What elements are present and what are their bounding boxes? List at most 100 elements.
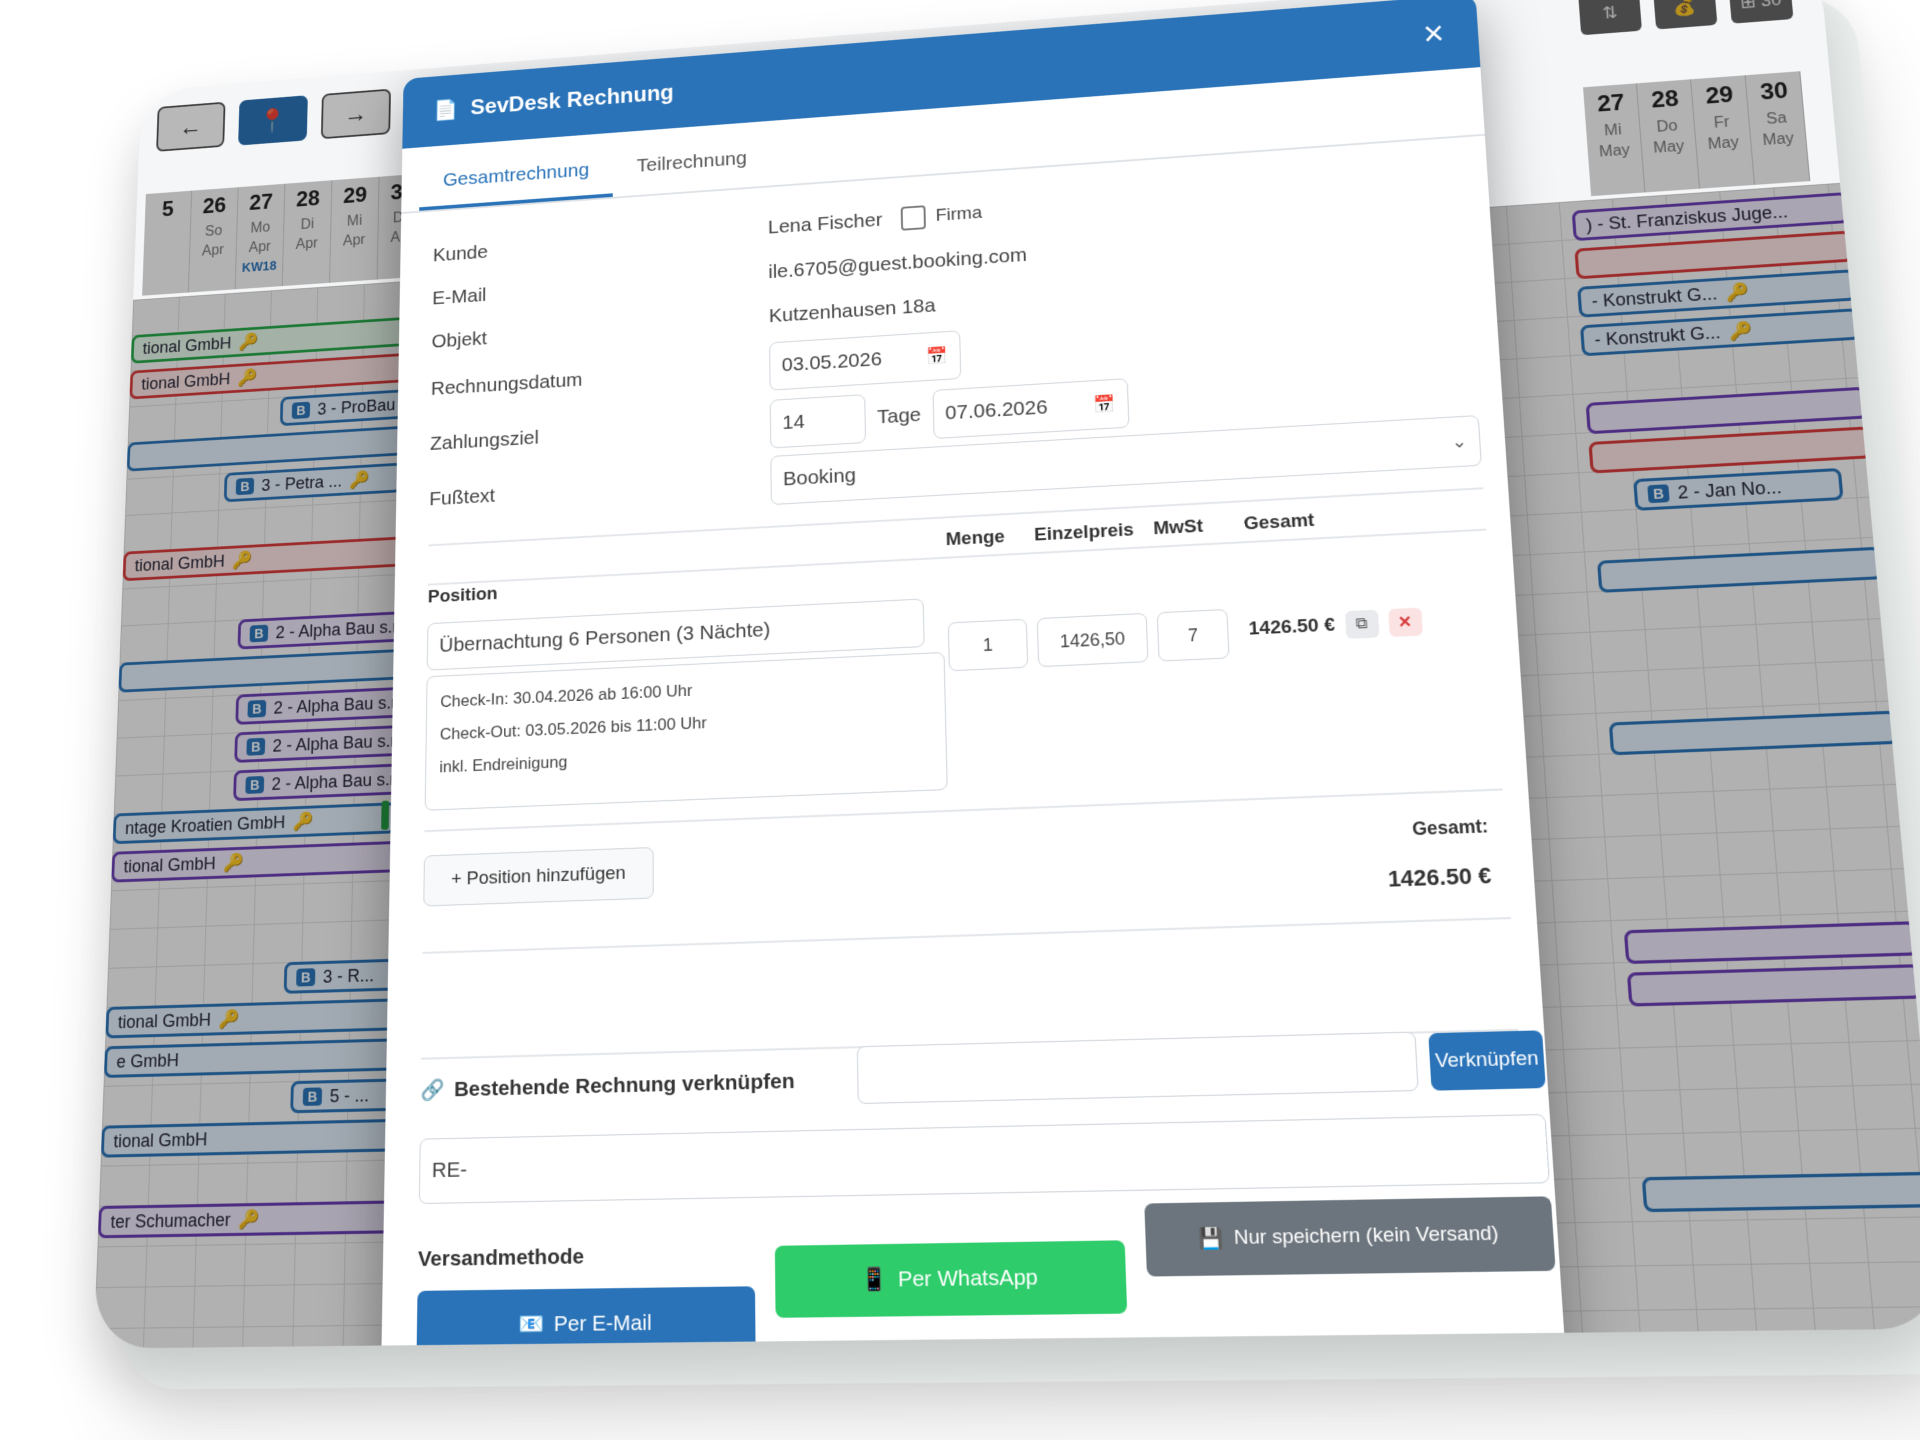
today-pin-button[interactable]: 📍 (238, 95, 308, 146)
calendar-icon[interactable]: 📅 (926, 346, 948, 367)
objekt-label: Objekt (431, 327, 488, 353)
screenshot-stage: ← 📍 → ▶ ⇅ 💰 ⊞ 30 5 26SoApr 27MoAprKW18 2… (0, 0, 1920, 1440)
day-number: 29 (1704, 81, 1735, 110)
booking-badge: B (249, 624, 269, 643)
booking-label: tional GmbH (117, 1009, 212, 1032)
day-column: 29 Fr May (1691, 75, 1756, 189)
zahlungsziel-label: Zahlungsziel (429, 426, 539, 455)
tage-label: Tage (876, 403, 922, 429)
customer-name: Lena Fischer (767, 209, 883, 239)
modal-title: SevDesk Rechnung (470, 80, 674, 120)
versandmethode-title: Versandmethode (417, 1244, 585, 1272)
booking-label: e GmbH (116, 1049, 180, 1072)
booking-label: ntage Kroatien GmbH (124, 811, 286, 838)
firma-checkbox[interactable] (901, 205, 927, 231)
kunde-row: Lena Fischer Firma (768, 201, 983, 240)
send-whatsapp-button[interactable]: 📱 Per WhatsApp (774, 1240, 1128, 1318)
add-position-button[interactable]: + Position hinzufügen (423, 846, 654, 907)
calendar-icon[interactable]: 📅 (1093, 394, 1116, 415)
key-icon: 🔑 (237, 1208, 260, 1230)
key-icon: 🔑 (1727, 320, 1754, 342)
mwst-input[interactable]: 7 (1156, 608, 1230, 662)
weekday: Sa (1765, 110, 1788, 128)
calendar-toolbar-right: ⇅ 💰 ⊞ 30 (1578, 0, 1794, 36)
firma-label: Firma (935, 203, 983, 226)
weekday: Mo (250, 219, 271, 237)
next-button[interactable]: → (320, 88, 391, 140)
key-icon: 🔑 (237, 367, 258, 387)
booking-label: tional GmbH (142, 333, 232, 358)
document-icon: 📄 (433, 98, 458, 122)
weekday: So (204, 223, 223, 240)
delete-icon[interactable]: ✕ (1387, 607, 1423, 638)
booking-label: tional GmbH (134, 551, 226, 575)
month: May (1761, 130, 1795, 149)
tab-gesamtrechnung[interactable]: Gesamtrechnung (419, 157, 613, 211)
zahlungsziel-date-input[interactable]: 07.06.2026 📅 (932, 378, 1130, 440)
copy-icon[interactable]: ⧉ (1344, 609, 1379, 640)
day-number: 27 (1596, 89, 1626, 118)
booking-badge: B (245, 775, 265, 794)
prev-button[interactable]: ← (156, 101, 226, 152)
key-icon: 🔑 (238, 331, 259, 351)
divider (422, 916, 1512, 954)
day-number: 26 (202, 193, 227, 219)
fusstext-value: Booking (782, 464, 857, 491)
position-description-textarea[interactable]: Check-In: 30.04.2026 ab 16:00 Uhr Check-… (424, 651, 948, 811)
total-block: Gesamt: 1426.50 € (1385, 816, 1493, 893)
day-number: 28 (1650, 85, 1680, 114)
total-value: 1426.50 € (1387, 862, 1493, 892)
week-number: KW18 (241, 258, 277, 275)
invoice-number-value: RE- (431, 1158, 468, 1183)
line-total: 1426.50 € (1248, 614, 1336, 640)
email-value: ile.6705@guest.booking.com (768, 244, 1028, 283)
booking-badge: B (291, 401, 311, 420)
booking-label: tional GmbH (141, 369, 231, 393)
booking-bar[interactable]: ter Schumacher 🔑 (97, 1200, 410, 1239)
money-button[interactable]: 💰 (1652, 0, 1718, 30)
month: May (1707, 134, 1740, 153)
fusstext-label: Fußtext (429, 484, 496, 511)
booking-label: tional GmbH (113, 1128, 208, 1151)
app-window: ← 📍 → ▶ ⇅ 💰 ⊞ 30 5 26SoApr 27MoAprKW18 2… (93, 0, 1920, 1349)
rechnungsdatum-input[interactable]: 03.05.2026 📅 (769, 330, 962, 391)
link-icon: 🔗 (420, 1079, 445, 1103)
booking-badge: B (1647, 484, 1670, 504)
invoice-number-input[interactable]: RE- (418, 1113, 1550, 1205)
sort-button[interactable]: ⇅ (1578, 0, 1642, 36)
send-whatsapp-label: Per WhatsApp (897, 1265, 1039, 1292)
booking-badge: B (247, 699, 267, 718)
einzelpreis-value: 1426,50 (1059, 628, 1126, 651)
month: Apr (342, 232, 366, 250)
day-column: 29 Mi Apr (329, 176, 380, 283)
tab-teilrechnung[interactable]: Teilrechnung (613, 146, 771, 197)
verknuepfen-button[interactable]: Verknüpfen (1428, 1030, 1546, 1091)
objekt-value: Kutzenhausen 18a (768, 294, 936, 327)
zahlungsziel-days-input[interactable]: 14 (769, 394, 867, 449)
day-number: 29 (342, 182, 368, 209)
weekday: Mi (346, 213, 363, 230)
einzelpreis-input[interactable]: 1426,50 (1036, 612, 1149, 668)
gesamt-cell: 1426.50 € ⧉ ✕ (1248, 607, 1423, 644)
rechnungsdatum-label: Rechnungsdatum (430, 369, 583, 400)
save-only-button[interactable]: 💾 Nur speichern (kein Versand) (1144, 1196, 1556, 1277)
link-invoice-header: 🔗 Bestehende Rechnung verknüpfen (420, 1068, 794, 1103)
key-icon: 🔑 (292, 810, 314, 831)
month: May (1652, 138, 1685, 157)
mwst-value: 7 (1187, 624, 1199, 645)
booking-bar[interactable] (1641, 1171, 1920, 1213)
booking-bar[interactable]: tional GmbH (100, 1118, 411, 1158)
save-only-label: Nur speichern (kein Versand) (1233, 1222, 1500, 1250)
days-view-button[interactable]: ⊞ 30 (1728, 0, 1794, 24)
menge-input[interactable]: 1 (947, 618, 1029, 672)
send-email-button[interactable]: 📧 Per E-Mail (416, 1286, 756, 1349)
day-number: 5 (161, 197, 175, 222)
kunde-label: Kunde (432, 241, 489, 266)
gesamt-header: Gesamt (1243, 510, 1315, 535)
month: Apr (295, 235, 319, 253)
key-icon: 🔑 (349, 469, 370, 490)
month: May (1598, 142, 1631, 161)
close-icon[interactable]: × (1422, 14, 1445, 54)
key-icon: 🔑 (231, 549, 253, 570)
link-invoice-search-input[interactable] (856, 1031, 1419, 1105)
